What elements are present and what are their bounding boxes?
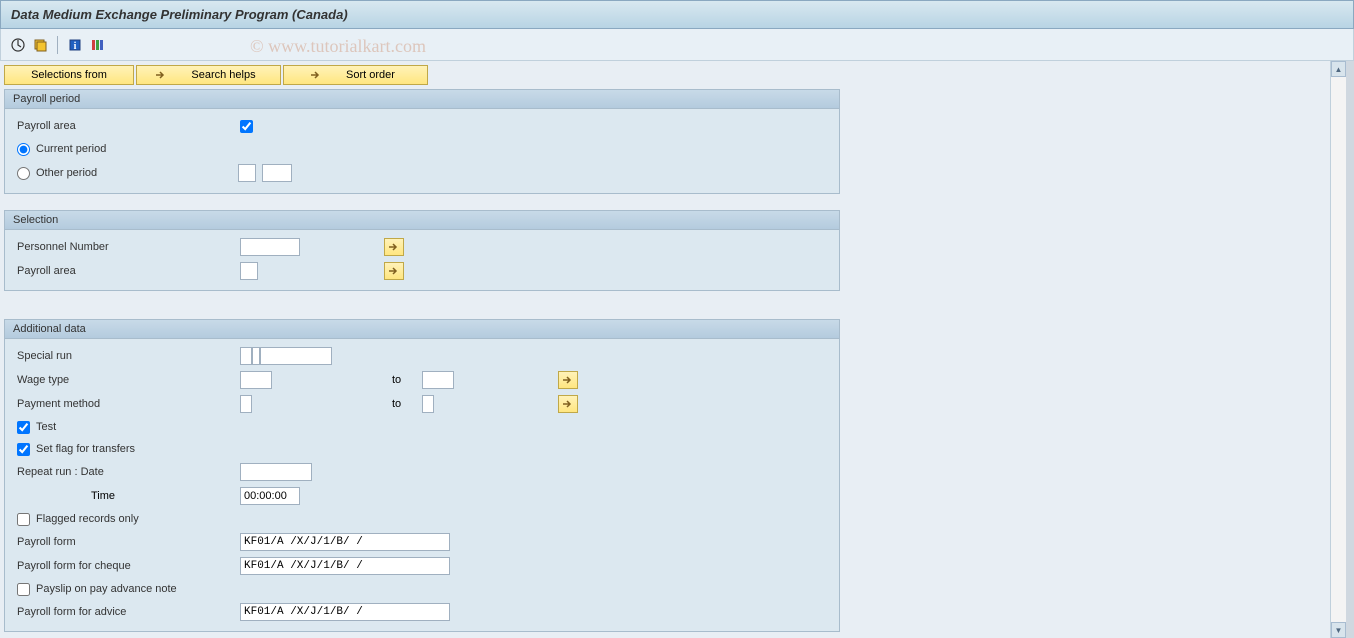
repeat-run-date-input[interactable] — [240, 463, 312, 481]
personnel-number-label: Personnel Number — [15, 241, 240, 253]
additional-data-group: Additional data Special run Wage type to… — [4, 319, 840, 632]
selection-button-row: Selections from Search helps Sort order — [4, 65, 1310, 85]
personnel-multi-select-button[interactable] — [384, 238, 404, 256]
scroll-up-arrow-icon[interactable]: ▲ — [1331, 61, 1346, 77]
payment-method-label: Payment method — [15, 398, 240, 410]
group-header: Payroll period — [5, 90, 839, 109]
arrow-right-icon — [562, 375, 574, 385]
content-area: Selections from Search helps Sort order … — [0, 61, 1354, 638]
other-period-label: Other period — [36, 167, 232, 179]
test-label: Test — [36, 421, 56, 433]
list-icon[interactable] — [88, 36, 106, 54]
arrow-right-icon — [310, 70, 322, 80]
button-label: Search helps — [191, 69, 255, 81]
arrow-right-icon — [562, 399, 574, 409]
group-header: Selection — [5, 211, 839, 230]
payroll-form-advice-input[interactable] — [240, 603, 450, 621]
current-period-label: Current period — [36, 143, 106, 155]
execute-icon[interactable] — [9, 36, 27, 54]
payroll-form-advice-label: Payroll form for advice — [15, 606, 240, 618]
payroll-form-label: Payroll form — [15, 536, 240, 548]
scroll-track[interactable] — [1331, 77, 1346, 622]
payroll-form-input[interactable] — [240, 533, 450, 551]
search-helps-button[interactable]: Search helps — [136, 65, 281, 85]
payment-method-multi-button[interactable] — [558, 395, 578, 413]
flagged-only-checkbox[interactable] — [17, 513, 30, 526]
payroll-area-label: Payroll area — [15, 120, 240, 132]
vertical-scrollbar[interactable]: ▲ ▼ — [1330, 61, 1346, 638]
payslip-advance-checkbox[interactable] — [17, 583, 30, 596]
wage-type-label: Wage type — [15, 374, 240, 386]
payroll-form-cheque-input[interactable] — [240, 557, 450, 575]
title-bar: Data Medium Exchange Preliminary Program… — [0, 0, 1354, 29]
payroll-form-cheque-label: Payroll form for cheque — [15, 560, 240, 572]
special-run-input-3[interactable] — [260, 347, 332, 365]
variant-icon[interactable] — [31, 36, 49, 54]
payroll-area-checkbox[interactable] — [240, 120, 253, 133]
payment-method-to-input[interactable] — [422, 395, 434, 413]
special-run-input-1[interactable] — [240, 347, 252, 365]
payroll-area-sel-input[interactable] — [240, 262, 258, 280]
button-label: Sort order — [346, 69, 395, 81]
repeat-run-label: Repeat run : Date — [15, 466, 240, 478]
payroll-area-sel-label: Payroll area — [15, 265, 240, 277]
set-flag-checkbox[interactable] — [17, 443, 30, 456]
special-run-label: Special run — [15, 350, 240, 362]
set-flag-label: Set flag for transfers — [36, 443, 135, 455]
wage-type-multi-button[interactable] — [558, 371, 578, 389]
wage-type-to-input[interactable] — [422, 371, 454, 389]
to-label-2: to — [392, 398, 422, 410]
group-header: Additional data — [5, 320, 839, 339]
time-input[interactable] — [240, 487, 300, 505]
scroll-down-arrow-icon[interactable]: ▼ — [1331, 622, 1346, 638]
flagged-only-label: Flagged records only — [36, 513, 139, 525]
other-period-radio[interactable] — [17, 167, 30, 180]
wage-type-from-input[interactable] — [240, 371, 272, 389]
special-run-input-2[interactable] — [252, 347, 260, 365]
other-period-input-2[interactable] — [262, 164, 292, 182]
to-label: to — [392, 374, 422, 386]
payroll-period-group: Payroll period Payroll area Current peri… — [4, 89, 840, 194]
window-border — [1346, 61, 1354, 638]
arrow-right-icon — [388, 242, 400, 252]
arrow-right-icon — [155, 70, 167, 80]
payslip-advance-label: Payslip on pay advance note — [36, 583, 177, 595]
payment-method-from-input[interactable] — [240, 395, 252, 413]
button-label: Selections from — [31, 69, 107, 81]
personnel-number-input[interactable] — [240, 238, 300, 256]
payroll-area-multi-select-button[interactable] — [384, 262, 404, 280]
info-icon[interactable]: i — [66, 36, 84, 54]
selections-from-button[interactable]: Selections from — [4, 65, 134, 85]
page-title: Data Medium Exchange Preliminary Program… — [11, 7, 348, 22]
time-label: Time — [15, 490, 135, 502]
other-period-input-1[interactable] — [238, 164, 256, 182]
arrow-right-icon — [388, 266, 400, 276]
toolbar-divider — [57, 36, 58, 54]
current-period-radio[interactable] — [17, 143, 30, 156]
svg-text:i: i — [74, 41, 77, 52]
sort-order-button[interactable]: Sort order — [283, 65, 428, 85]
test-checkbox[interactable] — [17, 421, 30, 434]
app-toolbar: i — [0, 29, 1354, 61]
selection-group: Selection Personnel Number Payroll area — [4, 210, 840, 291]
